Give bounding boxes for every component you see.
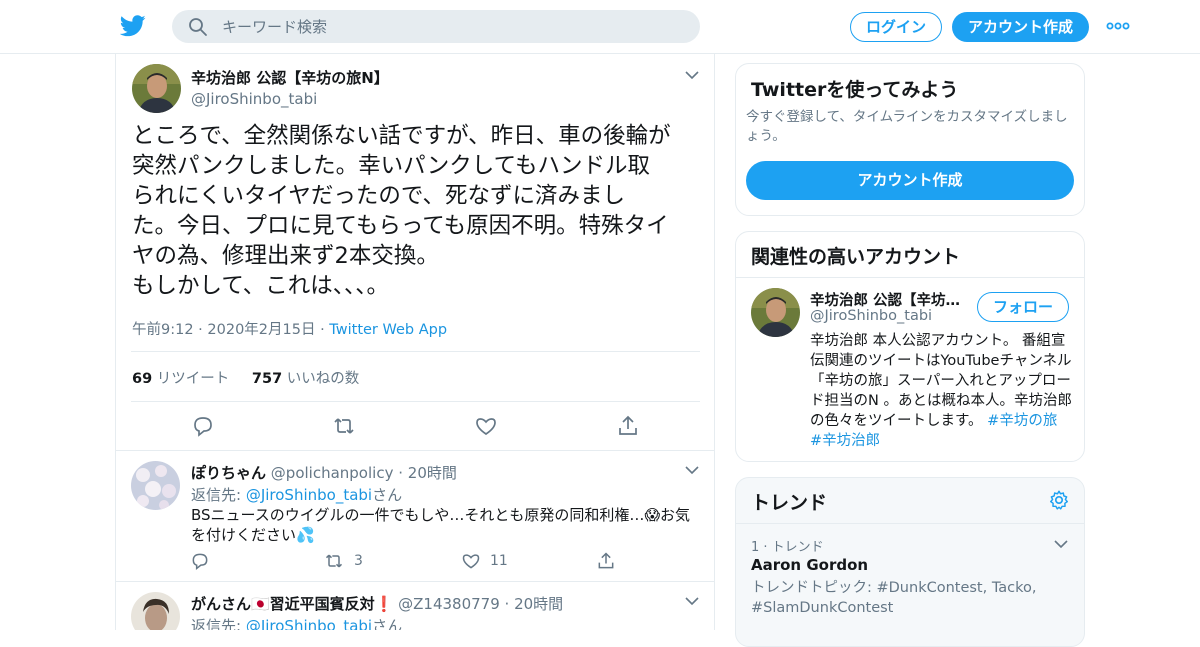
reply-tweet[interactable]: がんさん🇯🇵習近平国賓反対❗ @Z14380779 · 20時間 返信先: @J… bbox=[116, 582, 714, 630]
tweet-text: ところで、全然関係ない話ですが、昨日、車の後輪が 突然パンクしました。幸いパンク… bbox=[132, 123, 671, 299]
reply-text: BSニュースのウイグルの一件でもしや…それとも原発の同和利権…😱お気を付けくださ… bbox=[191, 506, 690, 544]
tweet-source-link[interactable]: Twitter Web App bbox=[329, 322, 447, 338]
reply-to: 返信先: @JiroShinbo_tabiさん bbox=[191, 615, 402, 630]
tweet-column: 辛坊治郎 公認【辛坊の旅N】 @JiroShinbo_tabi ところで、全然関… bbox=[115, 54, 715, 630]
avatar-photo-icon bbox=[131, 461, 180, 510]
more-options-icon[interactable] bbox=[1106, 18, 1130, 34]
signup-button[interactable]: アカウント作成 bbox=[952, 12, 1089, 42]
chevron-down-icon[interactable] bbox=[685, 465, 699, 475]
chevron-down-icon[interactable] bbox=[685, 596, 699, 606]
trends-card: トレンド 1 · トレンド Aaron Gordon トレンドトピック: #Du… bbox=[735, 477, 1085, 647]
top-bar: ログイン アカウント作成 bbox=[0, 0, 1200, 54]
divider bbox=[736, 277, 1084, 278]
retweet-count: 69 bbox=[132, 371, 153, 387]
settings-gear-icon[interactable] bbox=[1048, 489, 1070, 511]
trends-card-title: トレンド bbox=[751, 492, 828, 514]
tweet-stats: 69 リツイート 757 いいねの数 bbox=[132, 367, 359, 388]
retweet-icon[interactable] bbox=[332, 414, 356, 438]
reply-author-name[interactable]: がんさん🇯🇵習近平国賓反対❗ bbox=[191, 595, 393, 613]
reply-time[interactable]: · 20時間 bbox=[505, 595, 564, 613]
tweet-timestamp[interactable]: 午前9:12 · 2020年2月15日 · bbox=[132, 322, 329, 338]
reply-author-avatar[interactable] bbox=[131, 592, 180, 630]
search-input[interactable] bbox=[222, 10, 682, 43]
retweet-stat[interactable]: 69 リツイート bbox=[132, 371, 229, 387]
reply-to: 返信先: @JiroShinbo_tabiさん bbox=[191, 484, 402, 505]
related-account-handle[interactable]: @JiroShinbo_tabi bbox=[810, 308, 932, 324]
avatar-photo-icon bbox=[132, 64, 181, 113]
retweet-label: リツイート bbox=[152, 371, 230, 387]
like-icon[interactable] bbox=[461, 551, 481, 571]
login-button[interactable]: ログイン bbox=[850, 12, 942, 42]
signup-card-text: 今すぐ登録して、タイムラインをカスタマイズしましょう。 bbox=[746, 109, 1068, 144]
like-icon[interactable] bbox=[474, 414, 498, 438]
trend-rank: 1 · トレンド bbox=[751, 540, 824, 555]
reply-author-name[interactable]: ぽりちゃん bbox=[191, 464, 266, 482]
tweet-author-handle[interactable]: @JiroShinbo_tabi bbox=[191, 90, 389, 108]
chevron-down-icon[interactable] bbox=[685, 70, 699, 80]
avatar-photo-icon bbox=[131, 592, 180, 630]
avatar-photo-icon bbox=[751, 288, 800, 337]
like-label: いいねの数 bbox=[282, 371, 360, 387]
reply-to-suffix: さん bbox=[372, 486, 403, 504]
reply-to-prefix: 返信先: bbox=[191, 486, 246, 504]
twitter-logo-icon[interactable] bbox=[120, 14, 146, 38]
search-icon bbox=[189, 18, 207, 36]
reply-like-count: 11 bbox=[490, 553, 508, 569]
reply-author-avatar[interactable] bbox=[131, 461, 180, 510]
reply-icon[interactable] bbox=[190, 551, 210, 571]
related-account-avatar[interactable] bbox=[751, 288, 800, 337]
tweet-meta: 午前9:12 · 2020年2月15日 · Twitter Web App bbox=[132, 318, 447, 339]
reply-author-handle[interactable]: @Z14380779 bbox=[398, 595, 500, 613]
reply-time[interactable]: · 20時間 bbox=[398, 464, 457, 482]
related-account-bio: 辛坊治郎 本人公認アカウント。 番組宣伝関連のツイートはYouTubeチャンネル… bbox=[810, 331, 1072, 451]
search-bar[interactable] bbox=[172, 10, 700, 43]
signup-card: Twitterを使ってみよう 今すぐ登録して、タイムラインをカスタマイズしましょ… bbox=[735, 63, 1085, 216]
reply-author-handle[interactable]: @polichanpolicy bbox=[271, 464, 394, 482]
reply-icon[interactable] bbox=[191, 414, 215, 438]
share-icon[interactable] bbox=[616, 414, 640, 438]
trend-name[interactable]: Aaron Gordon bbox=[751, 556, 868, 574]
follow-button[interactable]: フォロー bbox=[977, 292, 1069, 322]
trend-subtitle: トレンドトピック: #DunkContest, Tacko, #SlamDunk… bbox=[751, 580, 1037, 616]
reply-to-prefix: 返信先: bbox=[191, 617, 246, 630]
reply-to-suffix: さん bbox=[372, 617, 403, 630]
divider bbox=[131, 351, 700, 352]
reply-to-handle-link[interactable]: @JiroShinbo_tabi bbox=[246, 486, 372, 504]
share-icon[interactable] bbox=[596, 551, 616, 571]
divider bbox=[131, 401, 700, 402]
retweet-icon[interactable] bbox=[324, 551, 344, 571]
signup-card-title: Twitterを使ってみよう bbox=[751, 79, 959, 101]
tweet-author-avatar[interactable] bbox=[132, 64, 181, 113]
tweet-author-name[interactable]: 辛坊治郎 公認【辛坊の旅N】 bbox=[191, 67, 389, 88]
like-stat[interactable]: 757 いいねの数 bbox=[252, 371, 359, 387]
reply-retweet-count: 3 bbox=[354, 553, 363, 569]
chevron-down-icon[interactable] bbox=[1054, 539, 1068, 549]
like-count: 757 bbox=[251, 371, 283, 387]
signup-card-button[interactable]: アカウント作成 bbox=[746, 161, 1074, 200]
trend-item[interactable]: 1 · トレンド Aaron Gordon トレンドトピック: #DunkCon… bbox=[736, 524, 1084, 634]
related-card-title: 関連性の高いアカウント bbox=[751, 246, 961, 268]
related-accounts-card: 関連性の高いアカウント 辛坊治郎 公認【辛坊… @JiroShinbo_tabi… bbox=[735, 231, 1085, 462]
reply-to-handle-link[interactable]: @JiroShinbo_tabi bbox=[246, 617, 372, 630]
reply-tweet[interactable]: ぽりちゃん @polichanpolicy · 20時間 返信先: @JiroS… bbox=[116, 451, 714, 581]
related-account-name[interactable]: 辛坊治郎 公認【辛坊… bbox=[810, 289, 960, 310]
